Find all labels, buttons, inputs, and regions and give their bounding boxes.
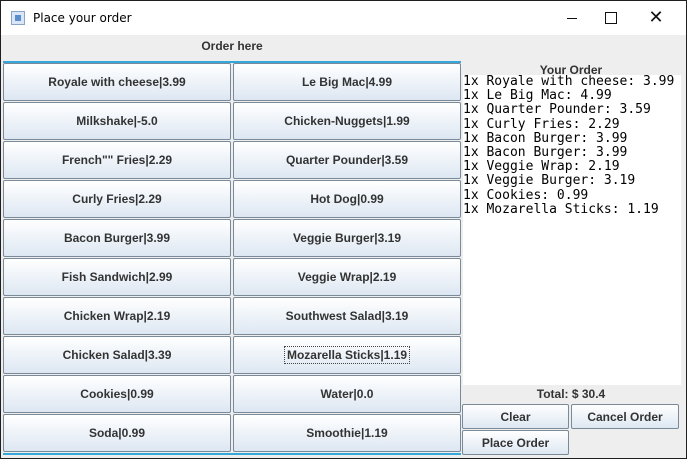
menu-item-button[interactable]: Fish Sandwich|2.99 [3,258,231,296]
close-icon: ✕ [648,7,664,28]
menu-item-label: Mozarella Sticks|1.19 [283,346,411,364]
menu-item-button[interactable]: Curly Fries|2.29 [3,180,231,218]
menu-item-button[interactable]: French"" Fries|2.29 [3,141,231,179]
menu-item-label: Milkshake|-5.0 [76,114,158,128]
menu-item-button[interactable]: Veggie Wrap|2.19 [233,258,461,296]
menu-item-label: Le Big Mac|4.99 [301,75,393,89]
order-line: 1x Le Big Mac: 4.99 [463,88,612,104]
menu-item-label: Royale with cheese|3.99 [48,75,186,89]
clear-button[interactable]: Clear [462,404,569,429]
order-line: 1x Bacon Burger: 3.99 [463,145,628,161]
menu-item-button[interactable]: Le Big Mac|4.99 [233,63,461,101]
order-line: 1x Veggie Wrap: 2.19 [463,159,620,175]
menu-item-button[interactable]: Mozarella Sticks|1.19 [233,336,461,374]
menu-item-label: Smoothie|1.19 [306,426,388,440]
menu-item-label: Chicken Wrap|2.19 [63,309,171,323]
menu-item-button[interactable]: Quarter Pounder|3.59 [233,141,461,179]
menu-grid: Royale with cheese|3.99 Le Big Mac|4.99 … [3,61,461,455]
order-line: 1x Cookies: 0.99 [463,187,589,203]
place-order-button[interactable]: Place Order [462,430,569,455]
menu-item-button[interactable]: Hot Dog|0.99 [233,180,461,218]
window-title: Place your order [33,11,132,25]
menu-header: Order here [201,39,263,53]
menu-item-label: Soda|0.99 [88,426,146,440]
order-line: 1x Royale with cheese: 3.99 [463,75,675,89]
menu-item-button[interactable]: Cookies|0.99 [3,375,231,413]
menu-item-button[interactable]: Chicken Wrap|2.19 [3,297,231,335]
menu-item-label: Fish Sandwich|2.99 [61,270,173,284]
menu-item-button[interactable]: Bacon Burger|3.99 [3,219,231,257]
order-line: 1x Curly Fries: 2.29 [463,116,620,132]
menu-item-label: Quarter Pounder|3.59 [285,153,409,167]
menu-item-button[interactable]: Chicken-Nuggets|1.99 [233,102,461,140]
menu-item-label: French"" Fries|2.29 [61,153,173,167]
title-bar[interactable]: Place your order ✕ [1,1,686,35]
order-line: 1x Veggie Burger: 3.19 [463,173,636,189]
menu-item-button[interactable]: Milkshake|-5.0 [3,102,231,140]
menu-item-label: Water|0.0 [320,387,374,401]
menu-item-button[interactable]: Chicken Salad|3.39 [3,336,231,374]
menu-item-label: Chicken-Nuggets|1.99 [284,114,410,128]
menu-item-label: Cookies|0.99 [80,387,154,401]
maximize-button[interactable] [588,1,634,35]
menu-item-button[interactable]: Southwest Salad|3.19 [233,297,461,335]
java-app-icon [11,11,25,25]
menu-item-label: Hot Dog|0.99 [310,192,384,206]
menu-item-button[interactable]: Smoothie|1.19 [233,414,461,452]
order-line: 1x Mozarella Sticks: 1.19 [463,201,659,217]
menu-item-label: Veggie Wrap|2.19 [297,270,397,284]
order-total: Total: $ 30.4 [463,387,679,403]
cancel-order-button[interactable]: Cancel Order [571,404,679,429]
order-list[interactable]: 1x Royale with cheese: 3.99 1x Le Big Mac… [463,75,681,385]
menu-item-button[interactable]: Water|0.0 [233,375,461,413]
menu-item-label: Bacon Burger|3.99 [63,231,171,245]
menu-item-label: Curly Fries|2.29 [72,192,162,206]
order-line: 1x Quarter Pounder: 3.59 [463,102,651,118]
menu-item-button[interactable]: Veggie Burger|3.19 [233,219,461,257]
app-window: Place your order ✕ Order here Royale wit… [0,0,687,459]
menu-item-button[interactable]: Soda|0.99 [3,414,231,452]
maximize-icon [605,12,617,24]
minimize-icon [567,17,577,19]
menu-item-button[interactable]: Royale with cheese|3.99 [3,63,231,101]
menu-item-label: Southwest Salad|3.19 [285,309,409,323]
order-line: 1x Bacon Burger: 3.99 [463,130,628,146]
close-button[interactable]: ✕ [633,1,679,35]
menu-item-label: Veggie Burger|3.19 [292,231,402,245]
menu-item-label: Chicken Salad|3.39 [62,348,172,362]
